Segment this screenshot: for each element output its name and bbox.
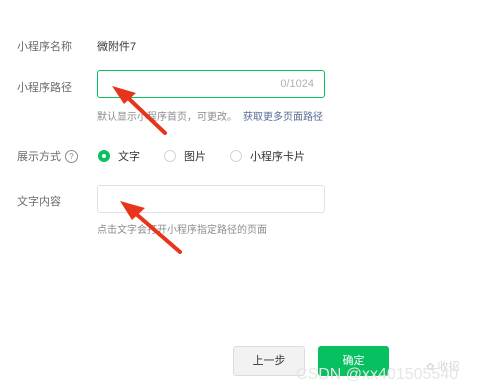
arrow-to-path-input-icon — [112, 86, 167, 135]
arrow-to-text-input-icon — [120, 201, 182, 254]
csdn-watermark: CSDN @xx401505540 — [296, 366, 459, 383]
annotation-arrows — [112, 86, 182, 254]
